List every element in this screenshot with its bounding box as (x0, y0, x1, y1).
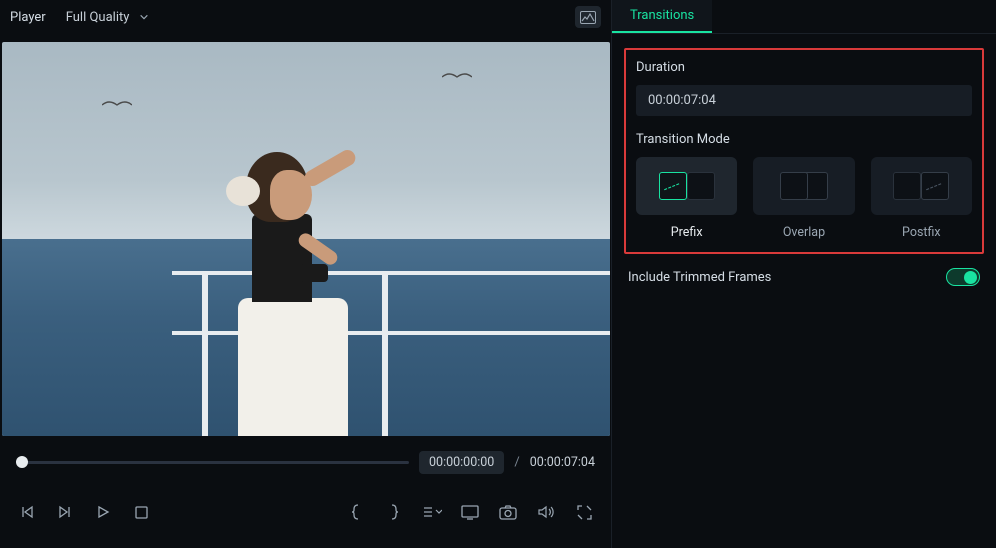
volume-icon (537, 504, 555, 520)
markers-dropdown-icon (422, 504, 442, 520)
volume-button[interactable] (535, 501, 557, 523)
transition-mode-row: Prefix Overlap Postfix (636, 157, 972, 240)
stop-icon (134, 505, 149, 520)
screen-button[interactable] (459, 501, 481, 523)
video-frame (2, 42, 610, 436)
fullscreen-icon (577, 505, 592, 520)
video-viewer[interactable] (0, 34, 611, 438)
mode-postfix-label: Postfix (902, 225, 941, 240)
snapshot-button[interactable] (497, 501, 519, 523)
toggle-knob (964, 271, 977, 284)
current-time[interactable]: 00:00:00:00 (419, 451, 504, 474)
mode-postfix: Postfix (871, 157, 972, 240)
play-icon (95, 504, 111, 520)
mode-overlap-button[interactable] (753, 157, 854, 215)
mode-overlap: Overlap (753, 157, 854, 240)
mark-out-button[interactable] (383, 501, 405, 523)
highlighted-region: Duration Transition Mode Prefix Overlap (624, 48, 984, 254)
overlay-toggle-button[interactable] (575, 6, 601, 28)
quality-dropdown[interactable]: Full Quality (60, 6, 156, 29)
step-back-button[interactable] (16, 501, 38, 523)
image-waveform-icon (580, 11, 596, 24)
stop-button[interactable] (130, 501, 152, 523)
mode-overlap-label: Overlap (783, 225, 825, 240)
tab-transitions[interactable]: Transitions (612, 0, 712, 33)
duration-input[interactable] (636, 85, 972, 116)
end-time: 00:00:07:04 (530, 455, 595, 470)
transition-mode-label: Transition Mode (636, 132, 972, 147)
camera-icon (499, 505, 517, 520)
player-label: Player (10, 10, 46, 25)
fullscreen-button[interactable] (573, 501, 595, 523)
play-button[interactable] (92, 501, 114, 523)
time-separator: / (514, 455, 519, 470)
screen-icon (461, 505, 479, 520)
markers-dropdown-button[interactable] (421, 501, 443, 523)
scrub-row: 00:00:00:00 / 00:00:07:04 (16, 446, 595, 478)
mode-prefix-label: Prefix (671, 225, 703, 240)
scrub-head[interactable] (16, 456, 28, 468)
step-back-icon (19, 504, 35, 520)
mode-prefix: Prefix (636, 157, 737, 240)
player-header: Player Full Quality (0, 0, 611, 34)
brace-close-icon (388, 504, 400, 520)
mode-prefix-button[interactable] (636, 157, 737, 215)
transport-buttons (16, 492, 595, 532)
chevron-down-icon (139, 12, 149, 22)
play-next-button[interactable] (54, 501, 76, 523)
duration-label: Duration (636, 60, 972, 75)
include-trimmed-toggle[interactable] (946, 268, 980, 286)
properties-panel: Transitions Duration Transition Mode Pre… (612, 0, 996, 548)
quality-value: Full Quality (66, 10, 130, 25)
brace-open-icon (350, 504, 362, 520)
include-trimmed-label: Include Trimmed Frames (628, 270, 771, 285)
mode-postfix-button[interactable] (871, 157, 972, 215)
properties-body: Duration Transition Mode Prefix Overlap (612, 34, 996, 548)
player-panel: Player Full Quality (0, 0, 612, 548)
play-next-icon (57, 504, 73, 520)
include-trimmed-row: Include Trimmed Frames (624, 266, 984, 288)
mark-in-button[interactable] (345, 501, 367, 523)
tab-bar: Transitions (612, 0, 996, 34)
scrub-track[interactable] (16, 461, 409, 464)
player-controls: 00:00:00:00 / 00:00:07:04 (0, 438, 611, 548)
